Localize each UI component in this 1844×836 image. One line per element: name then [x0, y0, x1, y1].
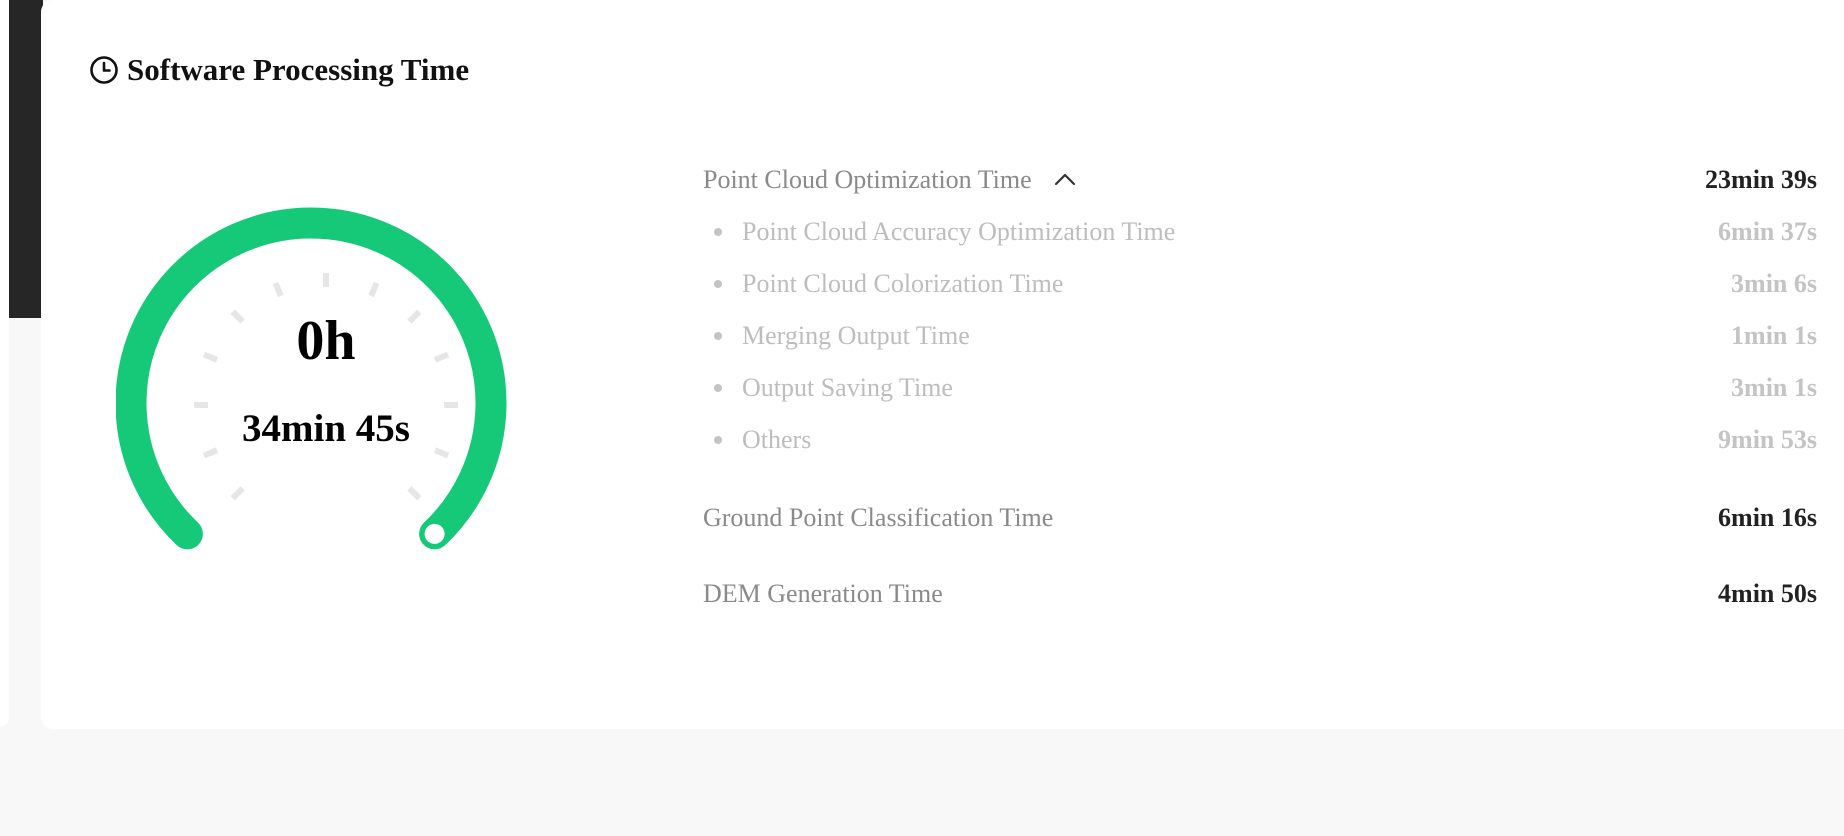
processing-time-card: Software Processing Time 0h 34min 45s Po…	[41, 0, 1844, 729]
sub-item-label: Others	[742, 425, 812, 454]
group-label: Ground Point Classification Time	[703, 503, 1054, 532]
list-item: Output Saving Time 3min 1s	[703, 368, 1817, 408]
group-row-ground-point-classification: Ground Point Classification Time 6min 16…	[703, 498, 1817, 538]
card-header: Software Processing Time	[89, 50, 469, 90]
bullet-dot	[714, 436, 722, 444]
total-time-gauge: 0h 34min 45s	[116, 165, 536, 565]
group-row-dem-generation: DEM Generation Time 4min 50s	[703, 574, 1817, 614]
list-item: Point Cloud Colorization Time 3min 6s	[703, 264, 1817, 304]
bullet-dot	[714, 332, 722, 340]
gauge-ticks	[194, 273, 458, 501]
group-label: Point Cloud Optimization Time	[703, 165, 1032, 194]
gauge-hours-value: 0h	[296, 310, 356, 372]
sub-item-label: Output Saving Time	[742, 373, 953, 402]
sub-item-label: Point Cloud Colorization Time	[742, 269, 1064, 298]
gauge-tick	[407, 486, 422, 501]
list-item: Point Cloud Accuracy Optimization Time 6…	[703, 212, 1817, 252]
gauge-tick	[272, 281, 284, 298]
group-row-point-cloud-optimization[interactable]: Point Cloud Optimization Time 23min 39s	[703, 160, 1817, 200]
bullet-dot	[714, 280, 722, 288]
sidebar-dark-strip	[9, 0, 43, 318]
group-value: 4min 50s	[1718, 579, 1817, 608]
gauge-tick	[230, 486, 245, 501]
clock-icon	[89, 55, 119, 85]
sub-item-label: Merging Output Time	[742, 321, 970, 350]
gauge-end-knob	[424, 523, 445, 544]
list-item: Merging Output Time 1min 1s	[703, 316, 1817, 356]
group-value: 6min 16s	[1718, 503, 1817, 532]
gauge-tick	[202, 447, 219, 459]
card-title: Software Processing Time	[127, 52, 470, 87]
list-item: Others 9min 53s	[703, 420, 1817, 460]
sub-item-value: 3min 1s	[1731, 373, 1817, 402]
bullet-dot	[714, 384, 722, 392]
gauge-tick	[368, 281, 380, 298]
gauge-progress-arc	[116, 207, 507, 550]
gauge-tick	[433, 447, 450, 459]
bullet-dot	[714, 228, 722, 236]
left-panel-edge	[0, 0, 9, 726]
group-label: DEM Generation Time	[703, 579, 943, 608]
sub-item-value: 3min 6s	[1731, 269, 1817, 298]
sub-item-value: 6min 37s	[1718, 217, 1817, 246]
sub-item-value: 1min 1s	[1731, 321, 1817, 350]
chevron-up-icon[interactable]	[1052, 167, 1078, 193]
sub-item-label: Point Cloud Accuracy Optimization Time	[742, 217, 1176, 246]
group-value: 23min 39s	[1705, 165, 1817, 194]
sub-item-value: 9min 53s	[1718, 425, 1817, 454]
gauge-minutes-value: 34min 45s	[242, 407, 410, 450]
